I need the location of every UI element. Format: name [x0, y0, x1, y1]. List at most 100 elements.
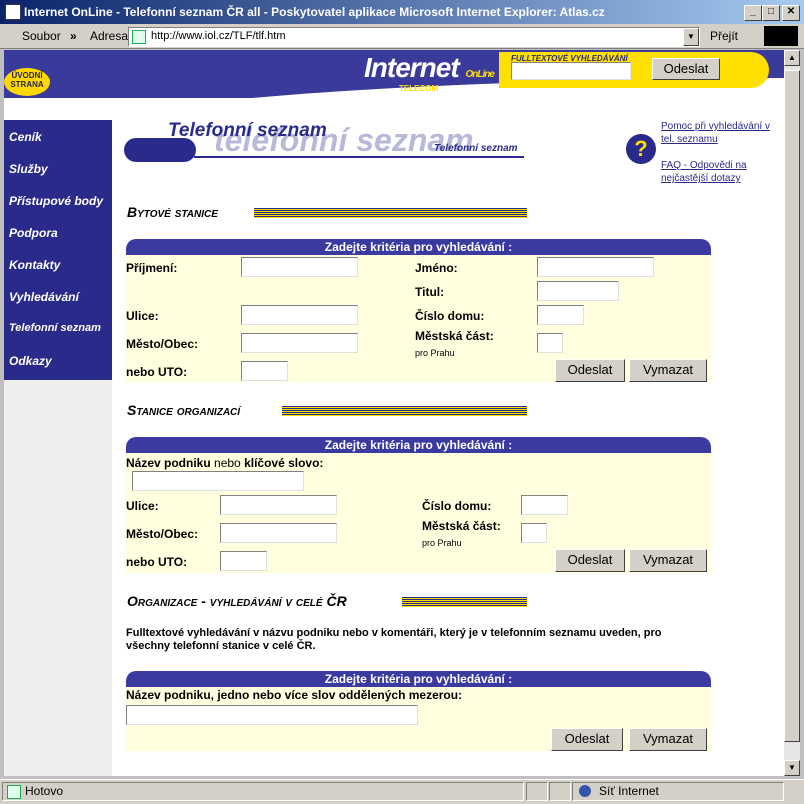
sidebar-item-label: Podpora	[9, 226, 58, 240]
logo-sub: OnLine	[465, 69, 494, 80]
sidebar-item-kontakty[interactable]: Kontakty	[4, 250, 112, 280]
page-viewport: ÚVODNÍ STRANA Internet OnLine TELECOM FU…	[4, 50, 784, 776]
label-ulice: Ulice:	[126, 309, 159, 323]
org-uto-input[interactable]	[220, 551, 267, 571]
label-mestska-cast: Městská část:	[415, 329, 494, 343]
celecr-clear-button[interactable]: Vymazat	[629, 728, 707, 751]
status-panel	[549, 782, 571, 801]
nazev-podniku-input[interactable]	[132, 471, 304, 491]
brand-small: Telefonní seznam	[434, 143, 518, 154]
ie-app-icon	[5, 4, 21, 20]
sidebar-item-cenik[interactable]: Ceník	[4, 122, 112, 152]
label-uto: nebo UTO:	[126, 555, 188, 569]
fulltext-input[interactable]	[511, 62, 631, 80]
sidebar-item-pristupove-body[interactable]: Přístupové body	[4, 186, 112, 216]
sidebar-filler	[4, 380, 112, 776]
celecr-nazev-input[interactable]	[126, 705, 418, 725]
sidebar-item-label: Odkazy	[9, 354, 52, 368]
sidebar-item-telefonni-seznam[interactable]: Telefonní seznam	[4, 314, 112, 344]
section-title-organizace: Stanice organizací	[127, 402, 241, 418]
label-nazev-a: Název podniku	[126, 456, 211, 470]
status-text: Hotovo	[25, 784, 64, 798]
section-title-bytove: Bytové stanice	[127, 204, 218, 220]
org-ulice-input[interactable]	[220, 495, 337, 515]
mestska-cast-input[interactable]	[537, 333, 563, 353]
label-titul: Titul:	[415, 285, 445, 299]
label-nazev-b: nebo	[210, 456, 245, 470]
label-pro-prahu: pro Prahu	[415, 348, 455, 358]
file-menu[interactable]: Soubor	[22, 29, 61, 43]
sidebar-item-podpora[interactable]: Podpora	[4, 218, 112, 248]
help-question-icon: ?	[626, 134, 656, 164]
label-nazev-slov: Název podniku, jedno nebo více slov oddě…	[126, 688, 463, 702]
label-cislo-domu: Číslo domu:	[415, 309, 485, 323]
address-dropdown-icon[interactable]: ▼	[683, 28, 699, 46]
status-panel	[526, 782, 548, 801]
label-mesto: Město/Obec:	[126, 527, 199, 541]
vertical-scrollbar[interactable]: ▲ ▼	[784, 50, 800, 776]
sidebar-item-label: Telefonní seznam	[9, 322, 101, 334]
bytove-send-button[interactable]: Odeslat	[555, 359, 625, 382]
phonebook-brand: telefonní seznam Telefonní seznam Telefo…	[124, 120, 524, 170]
sidebar-item-label: Vyhledávání	[9, 290, 79, 304]
organizace-clear-button[interactable]: Vymazat	[629, 549, 707, 572]
brand-rule	[194, 156, 524, 158]
sidebar-item-vyhledavani[interactable]: Vyhledávání	[4, 282, 112, 312]
label-ulice: Ulice:	[126, 499, 159, 513]
section-decoration	[402, 597, 527, 607]
chevron-icon[interactable]: »	[70, 29, 77, 43]
go-button[interactable]: Přejít	[710, 29, 738, 43]
sidebar-item-label: Kontakty	[9, 258, 61, 272]
logo-telecom: TELECOM	[399, 84, 439, 93]
jmeno-input[interactable]	[537, 257, 654, 277]
label-nazev-podniku: Název podniku nebo klíčové slovo:	[126, 454, 323, 472]
org-mesto-input[interactable]	[220, 523, 337, 543]
address-input[interactable]: http://www.iol.cz/TLF/tlf.htm	[151, 30, 285, 42]
organizace-send-button[interactable]: Odeslat	[555, 549, 625, 572]
section-decoration	[254, 208, 527, 218]
org-mestska-cast-input[interactable]	[521, 523, 547, 543]
celecr-form-header: Zadejte kritéria pro vyhledávání :	[126, 671, 711, 687]
logo-main: Internet	[364, 52, 460, 83]
scroll-down-icon[interactable]: ▼	[784, 760, 800, 776]
zone-text: Síť Internet	[599, 784, 659, 798]
brand-title: Telefonní seznam	[168, 120, 327, 141]
label-nazev-c: klíčové slovo:	[244, 456, 324, 470]
section-decoration	[282, 406, 527, 416]
windows-logo-icon	[764, 26, 798, 46]
bytove-clear-button[interactable]: Vymazat	[629, 359, 707, 382]
page-done-icon	[7, 785, 21, 799]
label-jmeno: Jméno:	[415, 261, 458, 275]
mesto-input[interactable]	[241, 333, 358, 353]
help-link-faq[interactable]: FAQ - Odpovědi na nejčastější dotazy	[661, 159, 779, 185]
label-mestska-cast: Městská část:	[422, 519, 501, 533]
scroll-up-icon[interactable]: ▲	[784, 50, 800, 66]
celecr-send-button[interactable]: Odeslat	[551, 728, 623, 751]
cislo-domu-input[interactable]	[537, 305, 584, 325]
address-bar[interactable]: http://www.iol.cz/TLF/tlf.htm ▼	[128, 27, 700, 47]
label-prijmeni: Příjmení:	[126, 261, 178, 275]
ulice-input[interactable]	[241, 305, 358, 325]
sidebar-item-label: Služby	[9, 162, 48, 176]
org-cislo-domu-input[interactable]	[521, 495, 568, 515]
sidebar-item-label: Ceník	[9, 130, 42, 144]
fulltext-send-button[interactable]: Odeslat	[652, 58, 720, 80]
minimize-button[interactable]: _	[744, 5, 762, 21]
label-cislo-domu: Číslo domu:	[422, 499, 492, 513]
uto-input[interactable]	[241, 361, 288, 381]
sidebar-item-sluzby[interactable]: Služby	[4, 154, 112, 184]
status-bar: Hotovo Síť Internet	[0, 779, 804, 804]
maximize-button[interactable]: □	[762, 5, 780, 21]
scroll-thumb[interactable]	[784, 70, 800, 742]
prijmeni-input[interactable]	[241, 257, 358, 277]
titul-input[interactable]	[537, 281, 619, 301]
site-logo: Internet OnLine	[364, 52, 495, 84]
section-title-celecr: Organizace - vyhledávání v celé ČR	[127, 593, 347, 609]
sidebar-item-odkazy[interactable]: Odkazy	[4, 346, 112, 376]
window-titlebar: Internet OnLine - Telefonní seznam ČR al…	[0, 0, 804, 24]
close-button[interactable]: ✕	[782, 5, 800, 21]
page-icon	[132, 30, 146, 44]
organizace-form-header: Zadejte kritéria pro vyhledávání :	[126, 437, 711, 453]
status-panel-zone: Síť Internet	[572, 782, 784, 801]
help-link-search[interactable]: Pomoc při vyhledávání v tel. seznamu	[661, 120, 779, 146]
